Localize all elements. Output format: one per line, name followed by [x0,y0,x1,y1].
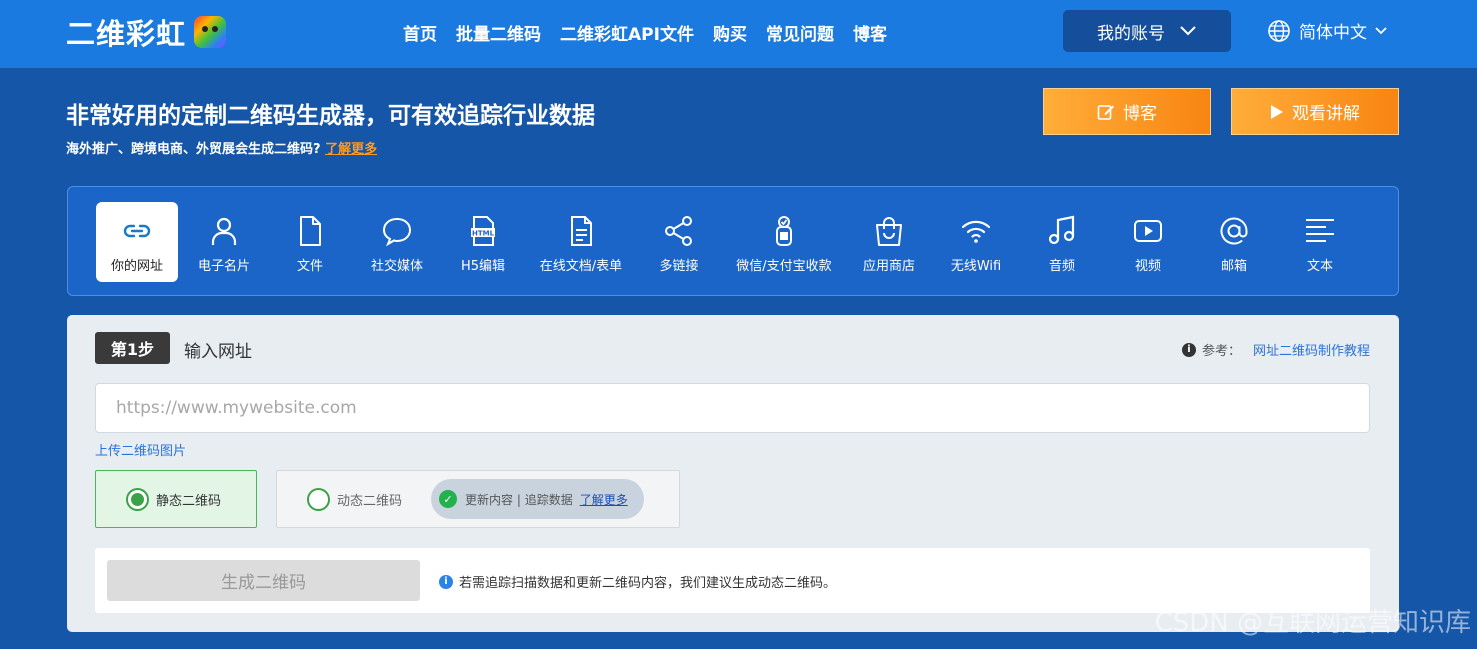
nav-buy[interactable]: 购买 [713,20,747,45]
category-label: 电子名片 [197,259,250,274]
language-label: 简体中文 [1299,23,1367,43]
qr-category-panel: 你的网址 电子名片 文件 社交媒体 HTML H5编辑 在线文档/表单 多链接 … [67,186,1399,296]
category-app-store[interactable]: 应用商店 [846,202,932,282]
category-label: 无线Wifi [950,259,1002,274]
dynamic-qr-option[interactable]: 动态二维码 ✓ 更新内容 | 追踪数据 了解更多 [276,470,680,528]
blog-button[interactable]: 博客 [1043,88,1211,135]
logo-text: 二维彩虹 [66,17,187,51]
nav-api-docs[interactable]: 二维彩虹API文件 [560,20,694,45]
dynamic-learn-more-link[interactable]: 了解更多 [580,491,628,508]
document-icon [571,216,592,246]
category-text[interactable]: 文本 [1278,202,1362,282]
my-account-button[interactable]: 我的账号 [1063,10,1231,52]
video-icon [1134,220,1162,242]
shopping-bag-icon [876,217,902,246]
reference-tutorial: i 参考： 网址二维码制作教程 [1181,340,1370,359]
category-email[interactable]: 邮箱 [1192,202,1276,282]
at-icon [1220,217,1248,245]
html-icon: HTML [471,216,495,246]
dynamic-features-pill: ✓ 更新内容 | 追踪数据 了解更多 [431,479,645,519]
blog-button-label: 博客 [1123,104,1157,124]
wifi-icon [961,220,991,243]
nav-blog[interactable]: 博客 [853,20,887,45]
generate-note: i 若需追踪扫描数据和更新二维码内容，我们建议生成动态二维码。 [439,572,836,591]
category-label: 你的网址 [110,259,163,274]
hero-subtitle-text: 海外推广、跨境电商、外贸展会生成二维码? [66,142,321,157]
nav-batch-qr[interactable]: 批量二维码 [456,20,541,45]
info-icon: i [1181,342,1196,357]
category-label: 应用商店 [862,259,915,274]
payment-icon [776,216,792,246]
category-label: 文本 [1306,259,1333,274]
check-circle-icon: ✓ [439,490,458,508]
step-badge: 第1步 [95,332,170,364]
category-multi-link[interactable]: 多链接 [636,202,722,282]
main-nav: 首页 批量二维码 二维彩虹API文件 购买 常见问题 博客 [403,20,887,45]
info-icon: i [439,574,453,589]
static-qr-option[interactable]: 静态二维码 [95,470,257,528]
link-icon [123,224,151,238]
person-icon [211,217,237,245]
category-label: 在线文档/表单 [539,259,623,274]
edit-icon [1097,104,1114,120]
globe-icon [1268,19,1290,42]
tutorial-link[interactable]: 网址二维码制作教程 [1253,340,1370,359]
watermark: CSDN @互联网运营知识库 [1154,608,1471,638]
category-label: H5编辑 [460,259,506,274]
chat-bubble-icon [382,217,412,247]
category-vcard[interactable]: 电子名片 [182,202,266,282]
dynamic-qr-label: 动态二维码 [337,493,403,509]
chevron-down-icon [1180,26,1196,36]
text-icon [1306,219,1334,242]
category-h5[interactable]: HTML H5编辑 [441,202,525,282]
radio-checked-icon [126,487,149,511]
category-file[interactable]: 文件 [268,202,352,282]
category-social[interactable]: 社交媒体 [354,202,440,282]
logo-bear-icon [194,16,227,48]
static-qr-label: 静态二维码 [156,493,222,509]
share-icon [665,216,692,246]
category-label: 微信/支付宝收款 [736,259,832,274]
watch-video-button[interactable]: 观看讲解 [1231,88,1399,135]
url-input[interactable] [95,383,1370,433]
reference-label: 参考： [1201,344,1241,359]
nav-faq[interactable]: 常见问题 [766,20,834,45]
generate-qr-button[interactable]: 生成二维码 [107,560,420,601]
radio-unchecked-icon [307,487,330,511]
category-label: 音频 [1048,259,1075,274]
logo[interactable]: 二维彩虹 [66,12,227,52]
generate-note-text: 若需追踪扫描数据和更新二维码内容，我们建议生成动态二维码。 [459,576,837,591]
svg-text:HTML: HTML [472,230,495,238]
play-icon [1271,104,1283,119]
file-icon [300,216,321,246]
category-label: 邮箱 [1220,259,1247,274]
hero-subtitle: 海外推广、跨境电商、外贸展会生成二维码? 了解更多 [66,138,377,157]
step-title: 输入网址 [184,342,252,362]
category-payment[interactable]: 微信/支付宝收款 [726,202,842,282]
learn-more-link[interactable]: 了解更多 [325,142,377,157]
category-label: 多链接 [659,259,699,274]
category-label: 社交媒体 [370,259,423,274]
category-label: 视频 [1134,259,1161,274]
language-selector[interactable]: 简体中文 [1267,18,1387,43]
category-online-doc[interactable]: 在线文档/表单 [530,202,632,282]
music-icon [1048,215,1075,245]
category-video[interactable]: 视频 [1106,202,1190,282]
nav-home[interactable]: 首页 [403,20,437,45]
dynamic-features-text: 更新内容 | 追踪数据 [465,492,573,507]
chevron-down-icon [1375,26,1387,34]
qr-form-panel: 第1步 输入网址 i 参考： 网址二维码制作教程 上传二维码图片 静态二维码 动… [67,315,1399,632]
top-navbar: 二维彩虹 首页 批量二维码 二维彩虹API文件 购买 常见问题 博客 我的账号 … [0,0,1477,68]
category-wifi[interactable]: 无线Wifi [934,202,1018,282]
category-label: 文件 [296,259,323,274]
video-button-label: 观看讲解 [1292,104,1360,124]
hero-title: 非常好用的定制二维码生成器，可有效追踪行业数据 [66,103,595,129]
category-audio[interactable]: 音频 [1020,202,1104,282]
upload-qr-image-link[interactable]: 上传二维码图片 [95,440,186,459]
category-url[interactable]: 你的网址 [96,202,178,282]
account-label: 我的账号 [1097,23,1165,44]
